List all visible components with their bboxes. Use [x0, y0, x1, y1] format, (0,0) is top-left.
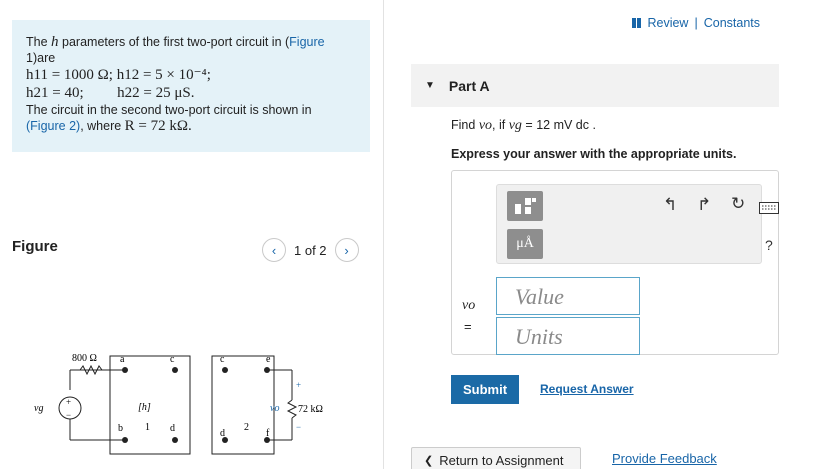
node [172, 367, 178, 373]
figure-2-link[interactable]: (Figure 2) [26, 119, 80, 133]
answer-toolbar: μÅ ↰ ↱ ↻ ? [496, 184, 779, 264]
vo-label: vo [270, 403, 279, 414]
chevron-right-icon: › [344, 242, 349, 258]
separator: | [694, 16, 698, 30]
node-label: d [170, 423, 175, 434]
find-var: vo [478, 118, 493, 133]
help-icon[interactable]: ? [765, 237, 773, 253]
given-value: = 12 mV dc . [525, 118, 596, 132]
bars-icon [632, 18, 642, 28]
equals-sign: = [464, 319, 472, 334]
intro-line: The h parameters of the first two-port c… [26, 34, 370, 50]
units-icon: μÅ [516, 236, 534, 251]
find-statement: Find vo, if vg = 12 mV dc . [451, 118, 596, 134]
part-a-header[interactable]: ▼ Part A [411, 64, 779, 107]
next-figure-button[interactable]: › [334, 238, 359, 262]
instruction-text: Express your answer with the appropriate… [451, 147, 737, 161]
submit-button[interactable]: Submit [451, 375, 519, 404]
intro-prefix: The [26, 35, 48, 49]
answer-variable: vo [462, 298, 476, 313]
vo-minus: − [296, 422, 301, 432]
load-resistor [286, 399, 298, 419]
node-label: d [220, 428, 225, 439]
load-resistor-label: 72 kΩ [298, 404, 323, 415]
figure-heading: Figure [12, 238, 58, 255]
provide-feedback-link[interactable]: Provide Feedback [612, 451, 717, 466]
h-matrix-label: [h] [138, 402, 151, 413]
given-var: vg [508, 118, 522, 133]
find-if: , if [492, 118, 506, 132]
h21-value: h21 = 40; [26, 85, 84, 101]
node [172, 437, 178, 443]
source-resistor-label: 800 Ω [72, 353, 97, 364]
request-answer-link[interactable]: Request Answer [540, 382, 634, 396]
h-params-line-2: h21 = 40; h22 = 25 μS. [26, 84, 370, 102]
value-placeholder: Value [515, 284, 564, 309]
node-label: c [220, 354, 225, 365]
node-label: e [266, 354, 271, 365]
part-title: Part A [448, 77, 490, 94]
h-symbol: h [51, 34, 59, 50]
problem-statement: The h parameters of the first two-port c… [12, 20, 370, 152]
vo-plus: + [296, 380, 301, 390]
chevron-left-icon: ‹ [271, 242, 277, 258]
port-label: 2 [244, 422, 249, 433]
collapse-triangle-icon: ▼ [425, 80, 435, 91]
node-label: c [170, 354, 175, 365]
source-minus: − [66, 410, 71, 420]
where-line: (Figure 2), where R = 72 kΩ. [26, 118, 370, 134]
source-plus: + [66, 397, 71, 407]
pager-text: 1 of 2 [294, 242, 327, 258]
units-placeholder: Units [515, 324, 563, 349]
r-value: R = 72 kΩ. [124, 118, 192, 134]
source-label: vg [34, 403, 43, 414]
units-input[interactable]: Units [496, 317, 640, 355]
constants-link[interactable]: Constants [704, 16, 760, 30]
undo-icon[interactable]: ↰ [663, 195, 677, 215]
where-text: , where [80, 119, 122, 133]
node-label: b [118, 423, 123, 434]
circuit-text: The circuit in the second two-port circu… [26, 103, 312, 117]
circuit-diagram: 800 Ω + − vg a b c d [h] 1 c d e f 2 72 … [34, 353, 323, 455]
value-input[interactable]: Value [496, 277, 640, 315]
review-link[interactable]: Review [647, 16, 688, 30]
node [122, 367, 128, 373]
chevron-left-icon: ❮ [424, 454, 434, 467]
port-label: 1 [145, 422, 150, 433]
answer-box: μÅ ↰ ↱ ↻ ? vo = Value Units [451, 170, 779, 355]
h-params-line-1: h11 = 1000 Ω; h12 = 5 × 10⁻⁴; [26, 67, 211, 83]
intro-text: parameters of the first two-port circuit… [62, 35, 290, 49]
problem-panel: The h parameters of the first two-port c… [0, 0, 384, 469]
template-button[interactable] [507, 191, 543, 221]
node [222, 367, 228, 373]
template-icon [515, 198, 536, 214]
units-button[interactable]: μÅ [507, 229, 543, 259]
figure-pager: ‹ 1 of 2 › [262, 238, 359, 262]
reset-icon[interactable]: ↻ [731, 194, 745, 214]
find-prefix: Find [451, 118, 476, 132]
prev-figure-button[interactable]: ‹ [262, 238, 286, 262]
figure-1-link[interactable]: Figure [289, 35, 324, 49]
redo-icon[interactable]: ↱ [697, 195, 711, 215]
h22-value: h22 = 25 μS. [117, 85, 195, 101]
node-label: f [266, 428, 270, 439]
node-label: a [120, 354, 125, 365]
keyboard-icon[interactable] [759, 202, 779, 214]
return-to-assignment-button[interactable]: ❮ Return to Assignment [411, 447, 581, 469]
node [122, 437, 128, 443]
review-constants: Review | Constants [632, 16, 760, 30]
return-label: Return to Assignment [439, 452, 564, 468]
intro-tail: 1)are [26, 51, 56, 65]
